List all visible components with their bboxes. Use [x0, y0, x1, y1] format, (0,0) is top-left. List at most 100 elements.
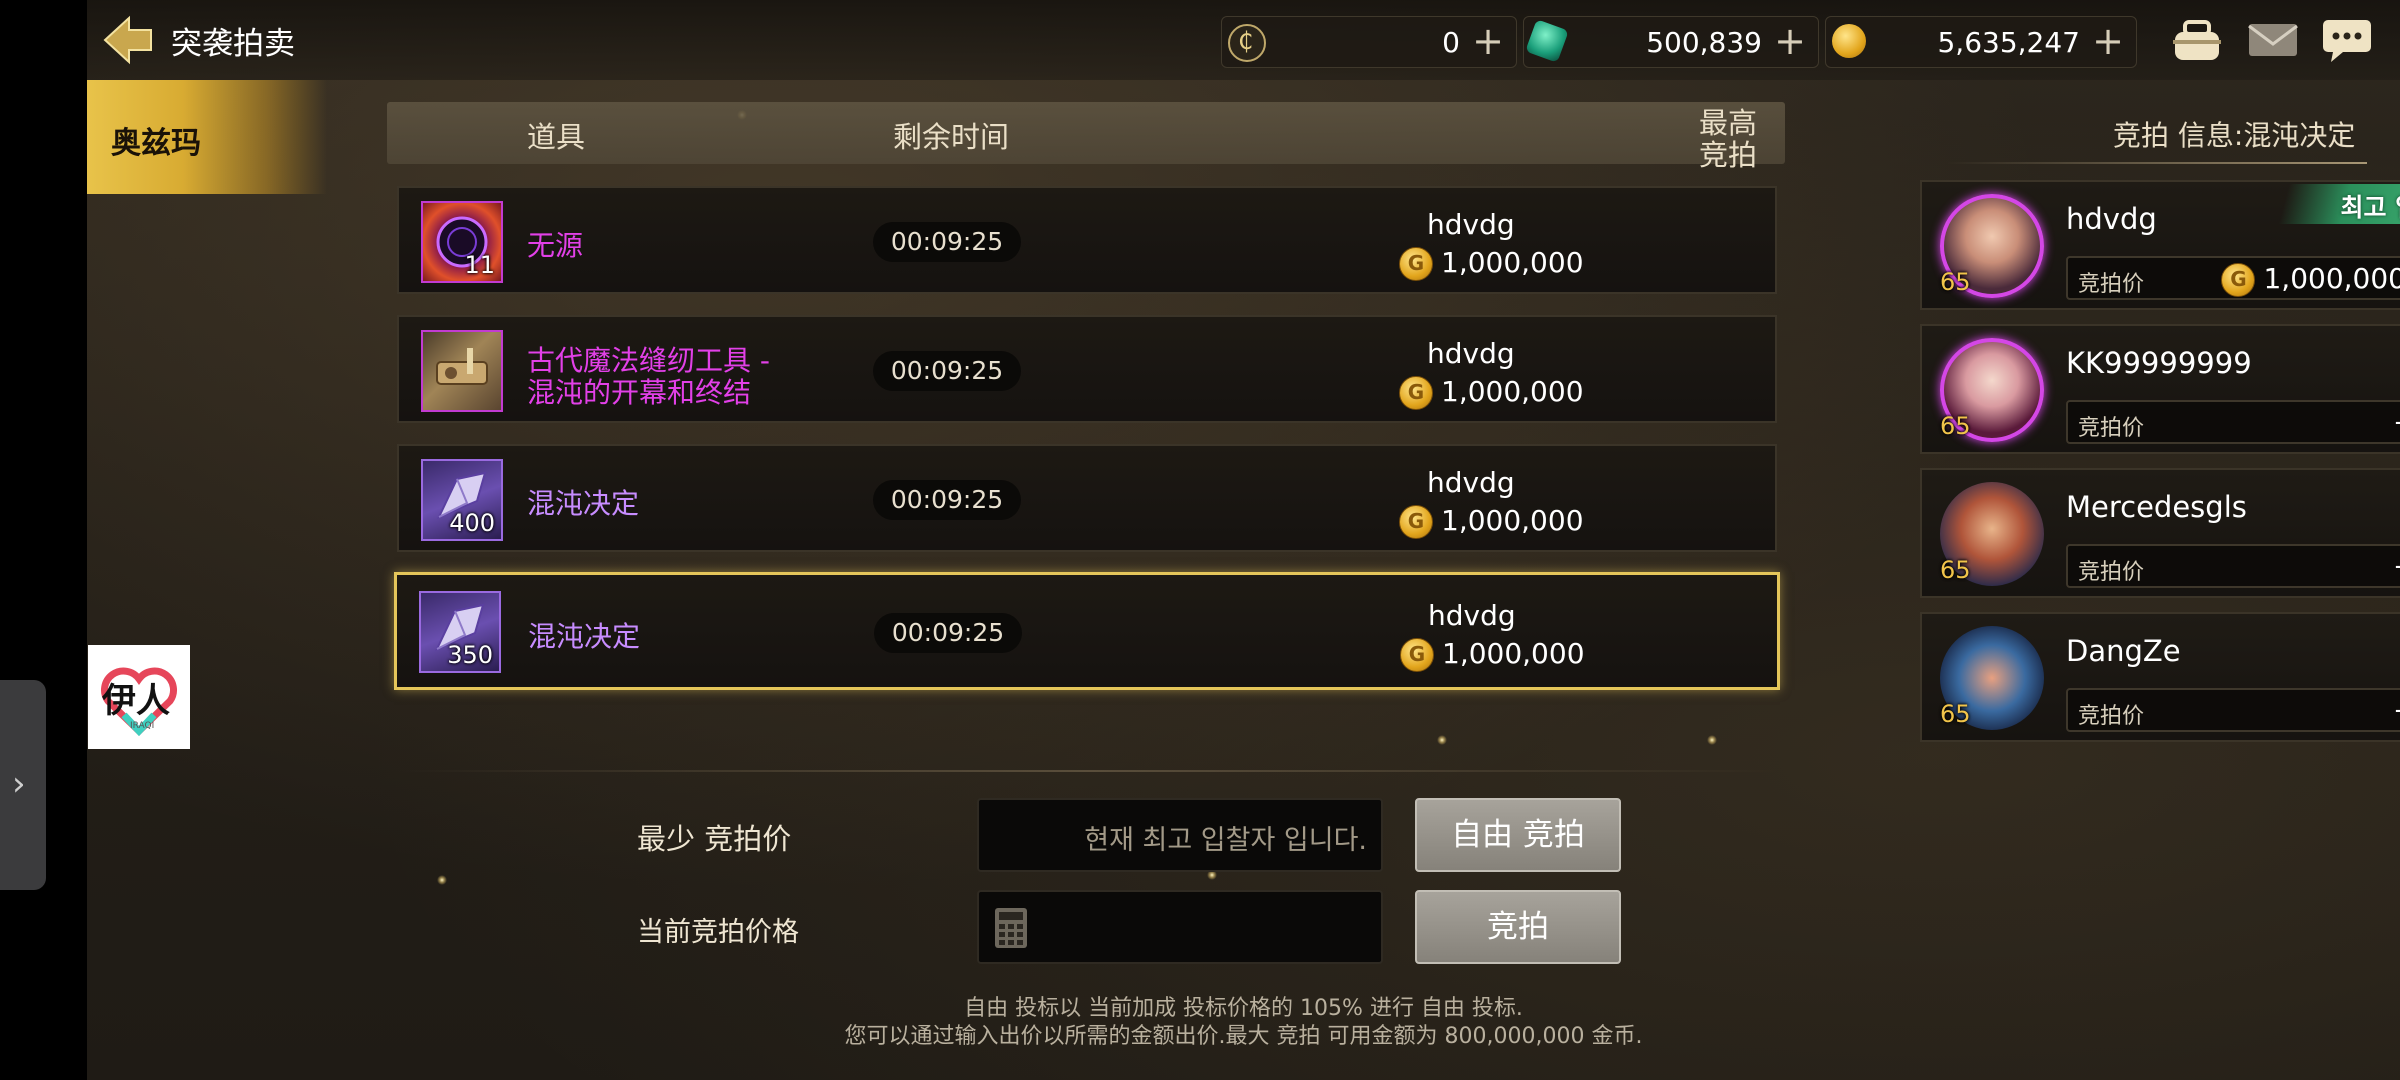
sparkle	[1437, 735, 1447, 745]
auction-row[interactable]: 400 混沌决定 00:09:25 hdvdg 1,000,000	[397, 444, 1777, 552]
top-bid-amount: 1,000,000	[1399, 375, 1584, 410]
gold-coin-icon	[1832, 24, 1866, 58]
item-count: 11	[464, 251, 495, 279]
divider	[1947, 162, 2367, 164]
chat-icon	[2323, 20, 2371, 62]
time-remaining: 00:09:25	[873, 222, 1021, 262]
sewing-tools-icon	[436, 348, 488, 385]
gold-value: 5,635,247	[1937, 26, 2080, 59]
sparkle	[437, 875, 447, 885]
player-name: Mercedesgls	[2066, 490, 2247, 524]
bid-price-label: 竞拍价	[2078, 560, 2145, 585]
bid-info-title: 竞拍 信息:混沌决定	[2113, 119, 2356, 152]
gold-coin-icon	[1400, 638, 1434, 672]
calculator-icon[interactable]	[993, 906, 1029, 950]
top-bidder: hdvdg	[1427, 466, 1515, 499]
item-icon-wuyuan: 11	[421, 201, 503, 283]
add-crystal-button[interactable]: +	[1472, 21, 1504, 61]
app-logo-badge[interactable]: 伊人 IRAQI	[88, 645, 190, 749]
crystal-coin-icon: ₵	[1228, 24, 1266, 62]
bid-price-label: 竞拍价	[2078, 704, 2145, 729]
top-bar: 突袭拍卖 ₵ 0 + 500,839 + 5,635,247 +	[87, 0, 2400, 80]
mail-icon	[2248, 24, 2298, 56]
divider	[397, 770, 1777, 772]
bid-price-value: -	[2395, 695, 2400, 725]
bag-button[interactable]	[2169, 14, 2225, 66]
item-name: 无源	[527, 229, 584, 262]
time-remaining: 00:09:25	[873, 480, 1021, 520]
info-text-line2: 您可以通过输入出价以所需的金额出价.最大 竞拍 可用金额为 800,000,00…	[844, 1024, 1643, 1049]
auction-row[interactable]: 11 无源 00:09:25 hdvdg 1,000,000	[397, 186, 1777, 294]
game-screen: 突袭拍卖 ₵ 0 + 500,839 + 5,635,247 + 奥兹玛 道具 …	[87, 0, 2400, 1080]
top-bid-amount: 1,000,000	[1400, 637, 1585, 672]
player-name: KK99999999	[2066, 346, 2252, 380]
column-time: 剩余时间	[893, 120, 1010, 154]
bidder-card: 65 최고 입찰 hdvdg 竞拍价 1,000,000	[1920, 180, 2400, 310]
bid-amount-input[interactable]	[977, 890, 1383, 964]
bid-price-value: -	[2395, 407, 2400, 437]
bid-price-value: 1,000,000	[2221, 262, 2400, 297]
top-bidder: hdvdg	[1428, 599, 1516, 632]
top-bidder: hdvdg	[1427, 337, 1515, 370]
item-name-line2: 混沌的开幕和终结	[527, 376, 752, 409]
top-bidder: hdvdg	[1427, 208, 1515, 241]
gem-currency: 500,839 +	[1523, 16, 1819, 68]
bid-amount-value: 1,000,000	[1441, 504, 1584, 537]
bid-button[interactable]: 竞拍	[1415, 890, 1621, 964]
player-level: 65	[1940, 412, 1971, 440]
tab-ozma-label: 奥兹玛	[111, 126, 201, 161]
page-title: 突袭拍卖	[171, 26, 295, 62]
auction-row[interactable]: 古代魔法缝纫工具 - 混沌的开幕和终结 00:09:25 hdvdg 1,000…	[397, 315, 1777, 423]
crystal-currency: ₵ 0 +	[1221, 16, 1517, 68]
bidder-card: 65 Mercedesgls 竞拍价 -	[1920, 468, 2400, 598]
gold-coin-icon	[2221, 263, 2256, 297]
column-item: 道具	[527, 120, 586, 154]
item-icon-chaos-decision: 350	[419, 591, 501, 673]
player-level: 65	[1940, 556, 1971, 584]
column-max-line2: 竞拍	[1699, 138, 1758, 172]
min-bid-placeholder: 현재 최고 입찰자 입니다.	[1084, 825, 1367, 856]
bid-price-value: -	[2395, 551, 2400, 581]
min-bid-field: 현재 최고 입찰자 입니다.	[977, 798, 1383, 872]
auction-list-header: 道具 剩余时间 最高 竞拍	[387, 102, 1785, 172]
highest-bid-badge: 최고 입찰	[2278, 184, 2400, 224]
player-level: 65	[1940, 700, 1971, 728]
green-gem-icon	[1525, 19, 1569, 63]
gold-coin-icon	[1399, 505, 1433, 539]
bid-price-box: 竞拍价 -	[2066, 688, 2400, 732]
player-level: 65	[1940, 268, 1971, 296]
add-gem-button[interactable]: +	[1774, 21, 1806, 61]
bid-amount-value: 1,000,000	[1441, 375, 1584, 408]
bid-price-amount: 1,000,000	[2263, 262, 2400, 295]
bid-price-label: 竞拍价	[2078, 416, 2145, 441]
min-bid-label: 最少 竞拍价	[637, 822, 792, 856]
current-bid-label: 当前竞拍价格	[637, 917, 799, 948]
time-remaining: 00:09:25	[873, 351, 1021, 391]
add-gold-button[interactable]: +	[2092, 21, 2124, 61]
bid-price-box: 竞拍价 -	[2066, 544, 2400, 588]
gem-value: 500,839	[1646, 26, 1762, 59]
chevron-right-icon: ›	[12, 764, 26, 804]
logo-subtext: IRAQI	[130, 721, 155, 731]
bidder-card: 65 DangZe 竞拍价 -	[1920, 612, 2400, 742]
item-name: 混沌决定	[528, 620, 641, 653]
back-button[interactable]	[97, 10, 157, 70]
chat-button[interactable]	[2319, 14, 2375, 66]
bid-price-label: 竞拍价	[2078, 272, 2145, 297]
tab-ozma[interactable]: 奥兹玛	[87, 80, 327, 194]
side-panel-toggle[interactable]: ›	[0, 680, 46, 890]
item-icon-sewing-tools	[421, 330, 503, 412]
auction-row-selected[interactable]: 350 混沌决定 00:09:25 hdvdg 1,000,000	[394, 572, 1780, 690]
player-name: DangZe	[2066, 634, 2181, 668]
item-count: 350	[447, 641, 493, 669]
bidder-card: 65 KK99999999 竞拍价 -	[1920, 324, 2400, 454]
highest-bid-badge-label: 최고 입찰	[2340, 193, 2400, 222]
item-icon-chaos-decision: 400	[421, 459, 503, 541]
free-bid-button[interactable]: 自由 竞拍	[1415, 798, 1621, 872]
mail-button[interactable]	[2245, 14, 2301, 66]
bid-price-box: 竞拍价 -	[2066, 400, 2400, 444]
player-name: hdvdg	[2066, 202, 2157, 236]
gold-coin-icon	[1399, 247, 1433, 281]
bid-amount-value: 1,000,000	[1441, 246, 1584, 279]
bag-icon	[2173, 20, 2221, 60]
